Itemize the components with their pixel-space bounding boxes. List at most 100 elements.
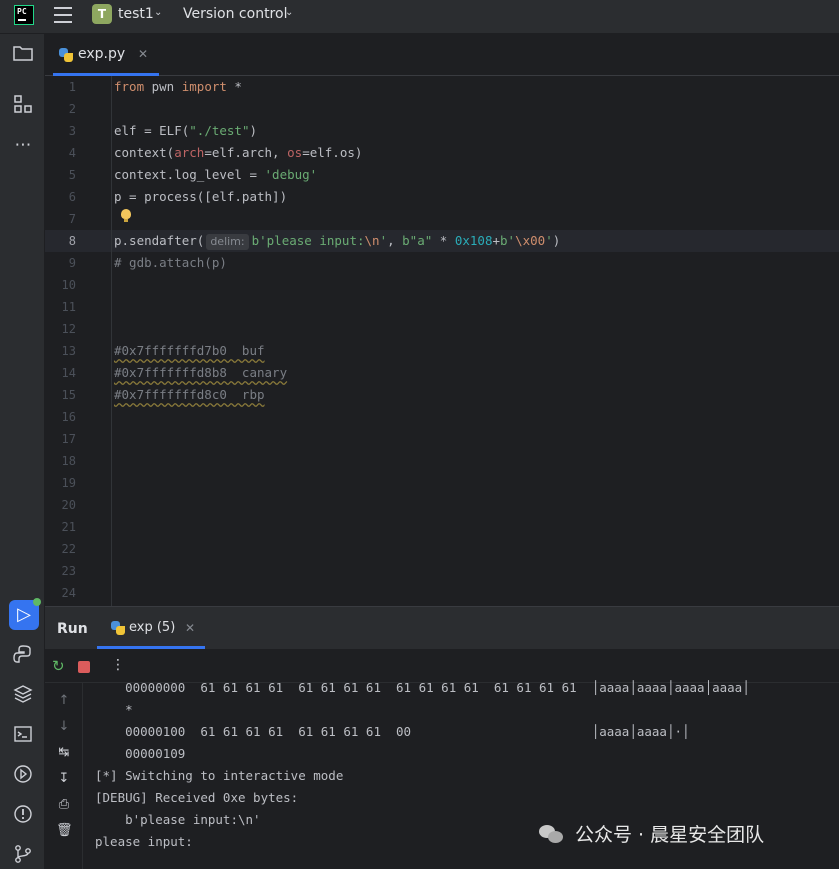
folder-icon[interactable] bbox=[12, 44, 34, 66]
line-number: 10 bbox=[61, 278, 76, 292]
parameter-hint: delim: bbox=[206, 234, 249, 250]
console-line: 00000109 bbox=[95, 746, 186, 761]
token: pwn bbox=[144, 79, 182, 94]
token: * bbox=[432, 233, 455, 248]
trash-icon[interactable]: 🗑 bbox=[56, 823, 73, 838]
token-string: ' bbox=[545, 233, 553, 248]
token-comment: #0x7fffffffd8c0 rbp bbox=[114, 387, 265, 402]
chevron-down-icon[interactable]: ⌄ bbox=[154, 7, 162, 18]
more-options-icon[interactable]: ⋮ bbox=[111, 657, 125, 673]
token-string: b' bbox=[500, 233, 516, 248]
line-number: 22 bbox=[61, 542, 76, 556]
token: context.log_level = bbox=[114, 167, 265, 182]
run-tab-label: exp (5) bbox=[129, 620, 176, 635]
token: ) bbox=[249, 123, 258, 138]
watermark: 公众号 · 晨星安全团队 bbox=[575, 824, 765, 846]
main-menu-icon[interactable] bbox=[54, 7, 72, 23]
chevron-down-icon[interactable]: ⌄ bbox=[285, 7, 293, 18]
lightbulb-icon[interactable] bbox=[121, 209, 131, 222]
scroll-to-end-icon[interactable]: ↧ bbox=[56, 771, 72, 786]
tab-run-exp[interactable]: exp (5) ✕ bbox=[97, 607, 205, 649]
token-param: os bbox=[287, 145, 303, 160]
wechat-icon bbox=[539, 823, 565, 845]
code-line-9: # gdb.attach(p) bbox=[114, 255, 227, 270]
token: ) bbox=[552, 233, 561, 248]
token: =elf.arch, bbox=[204, 145, 288, 160]
python-console-icon[interactable] bbox=[12, 644, 34, 666]
code-line-4: context(arch=elf.arch, os=elf.os) bbox=[114, 142, 362, 164]
line-number: 11 bbox=[61, 300, 76, 314]
project-name[interactable]: test1 bbox=[118, 6, 154, 22]
run-header: Run exp (5) ✕ bbox=[45, 607, 839, 649]
line-number: 19 bbox=[61, 476, 76, 490]
close-icon[interactable]: ✕ bbox=[138, 47, 148, 61]
console-line: [DEBUG] Received 0xe bytes: bbox=[95, 790, 299, 805]
console-line: b'please input:\n' bbox=[95, 812, 261, 827]
console-line: [*] Switching to interactive mode bbox=[95, 768, 344, 783]
token: * bbox=[226, 79, 242, 94]
tab-exp-py[interactable]: exp.py ✕ bbox=[53, 34, 159, 76]
stop-icon[interactable] bbox=[78, 661, 90, 673]
token: + bbox=[492, 233, 501, 248]
version-control-menu[interactable]: Version control bbox=[183, 6, 287, 22]
line-number: 4 bbox=[68, 146, 76, 160]
close-icon[interactable]: ✕ bbox=[185, 621, 195, 635]
soft-wrap-icon[interactable]: ↹ bbox=[56, 745, 72, 760]
line-number: 15 bbox=[61, 388, 76, 402]
code-line-5: context.log_level = 'debug' bbox=[114, 164, 317, 186]
arrow-down-icon[interactable]: ↓ bbox=[56, 719, 72, 734]
token-escape: \x00 bbox=[515, 233, 546, 248]
run-title: Run bbox=[57, 621, 88, 637]
layers-icon[interactable] bbox=[12, 684, 34, 706]
rerun-icon[interactable]: ↻ bbox=[52, 659, 65, 674]
console-input-line[interactable]: please input: bbox=[95, 831, 193, 853]
line-number: 8 bbox=[68, 234, 76, 248]
token-string: ' bbox=[379, 233, 388, 248]
line-number: 20 bbox=[61, 498, 76, 512]
python-file-icon bbox=[59, 48, 73, 62]
token-comment: #0x7fffffffd8b8 canary bbox=[114, 365, 288, 380]
token-keyword: import bbox=[181, 79, 227, 94]
arrow-up-icon[interactable]: ↑ bbox=[56, 693, 72, 708]
token: =elf.os) bbox=[302, 145, 363, 160]
token-string: 'debug' bbox=[264, 167, 318, 182]
code-line-3: elf = ELF("./test") bbox=[114, 120, 257, 142]
token: context( bbox=[114, 145, 175, 160]
line-number: 5 bbox=[68, 168, 76, 182]
pycharm-logo-icon[interactable]: PC bbox=[14, 5, 34, 25]
problems-icon[interactable] bbox=[12, 804, 34, 826]
token-param: arch bbox=[174, 145, 205, 160]
editor-tabs: exp.py ✕ bbox=[45, 34, 839, 76]
code-line-14: #0x7fffffffd8b8 canary bbox=[114, 362, 287, 384]
line-number: 23 bbox=[61, 564, 76, 578]
title-bar: PC T test1 ⌄ Version control ⌄ bbox=[0, 0, 839, 34]
line-number: 12 bbox=[61, 322, 76, 336]
more-tools-icon[interactable]: ⋯ bbox=[12, 134, 34, 156]
code-editor[interactable]: 1 2 3 4 5 6 7 8 9 10 11 12 13 14 15 16 1… bbox=[45, 76, 839, 606]
line-number: 24 bbox=[61, 586, 76, 600]
line-number: 14 bbox=[61, 366, 76, 380]
line-number: 6 bbox=[68, 190, 76, 204]
token: p.sendafter( bbox=[114, 233, 205, 248]
token-number: 0x108 bbox=[454, 233, 493, 248]
code-line-6: p = process([elf.path]) bbox=[114, 189, 288, 204]
print-icon[interactable]: ⎙ bbox=[56, 797, 72, 812]
services-icon[interactable] bbox=[12, 764, 34, 786]
token-keyword: from bbox=[114, 79, 145, 94]
line-number: 9 bbox=[68, 256, 76, 270]
tool-window-strip: ⋯ ▷ bbox=[0, 34, 45, 869]
project-badge[interactable]: T bbox=[92, 4, 112, 24]
run-icon[interactable]: ▷ bbox=[9, 598, 41, 630]
tab-label: exp.py bbox=[78, 46, 126, 62]
token-string: "./test" bbox=[189, 123, 250, 138]
line-number: 7 bbox=[68, 212, 76, 226]
console-line: 00000100 61 61 61 61 61 61 61 61 00 │aaa… bbox=[95, 724, 690, 739]
git-icon[interactable] bbox=[12, 844, 34, 866]
line-number: 17 bbox=[61, 432, 76, 446]
token-escape: \n bbox=[364, 233, 380, 248]
line-number: 2 bbox=[68, 102, 76, 116]
line-number: 16 bbox=[61, 410, 76, 424]
terminal-icon[interactable] bbox=[12, 724, 34, 746]
structure-icon[interactable] bbox=[12, 94, 34, 116]
line-number: 21 bbox=[61, 520, 76, 534]
